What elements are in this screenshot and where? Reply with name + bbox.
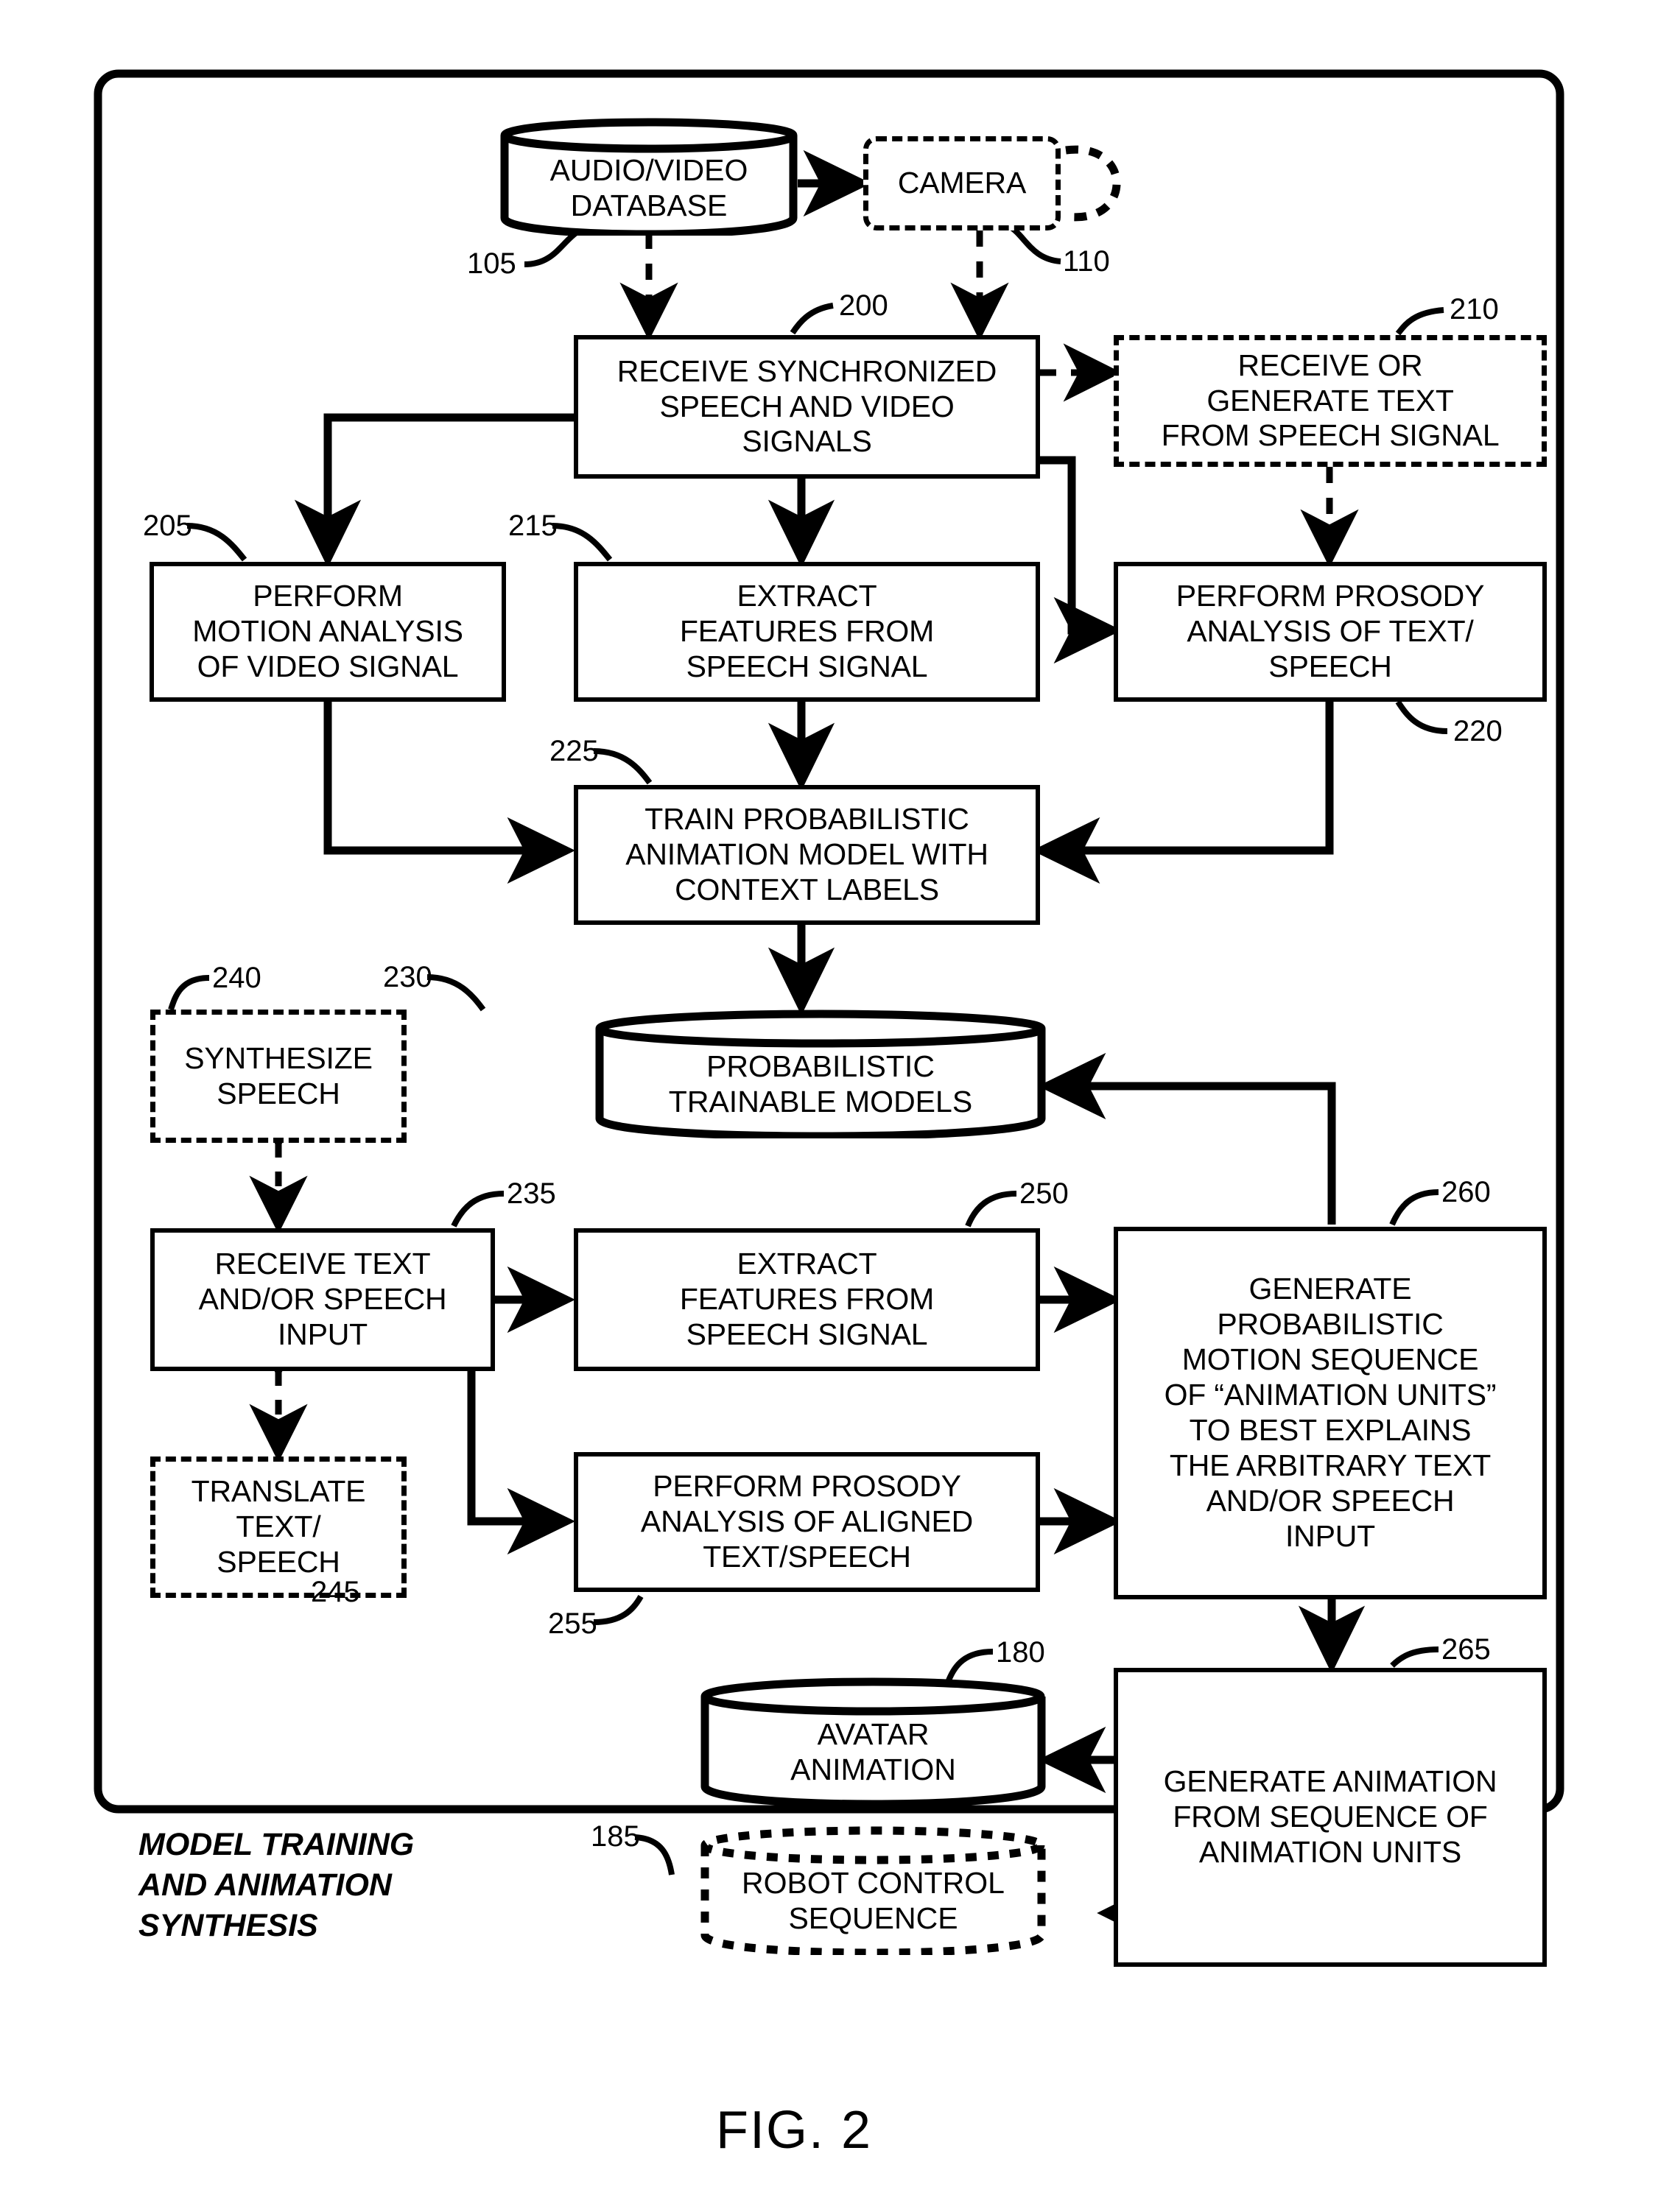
node-label: AUDIO/VIDEO DATABASE bbox=[549, 153, 748, 222]
node-label: GENERATE ANIMATION FROM SEQUENCE OF ANIM… bbox=[1163, 1764, 1497, 1869]
node-label: GENERATE PROBABILISTIC MOTION SEQUENCE O… bbox=[1164, 1272, 1497, 1553]
node-extract-features-training[interactable]: EXTRACT FEATURES FROM SPEECH SIGNAL bbox=[574, 562, 1040, 702]
node-receive-or-generate-text[interactable]: RECEIVE OR GENERATE TEXT FROM SPEECH SIG… bbox=[1114, 335, 1547, 467]
ref-200: 200 bbox=[839, 289, 888, 322]
ref-255: 255 bbox=[548, 1607, 597, 1640]
node-label: SYNTHESIZE SPEECH bbox=[184, 1040, 373, 1110]
ref-230: 230 bbox=[383, 961, 432, 993]
ref-185: 185 bbox=[591, 1820, 640, 1853]
node-perform-motion-analysis[interactable]: PERFORM MOTION ANALYSIS OF VIDEO SIGNAL bbox=[150, 562, 506, 702]
ref-210: 210 bbox=[1450, 293, 1499, 325]
node-translate-text-speech[interactable]: TRANSLATE TEXT/ SPEECH bbox=[150, 1457, 407, 1598]
node-generate-motion-sequence[interactable]: GENERATE PROBABILISTIC MOTION SEQUENCE O… bbox=[1114, 1227, 1547, 1599]
node-label: TRANSLATE TEXT/ SPEECH bbox=[191, 1474, 366, 1579]
node-label: ROBOT CONTROL SEQUENCE bbox=[742, 1866, 1005, 1935]
node-label: CAMERA bbox=[897, 166, 1027, 200]
ref-215: 215 bbox=[508, 510, 558, 542]
ref-205: 205 bbox=[143, 510, 192, 542]
node-label: RECEIVE SYNCHRONIZED SPEECH AND VIDEO SI… bbox=[617, 353, 997, 459]
node-camera[interactable]: CAMERA bbox=[863, 136, 1061, 230]
node-perform-prosody-text-speech[interactable]: PERFORM PROSODY ANALYSIS OF TEXT/ SPEECH bbox=[1114, 562, 1547, 702]
node-label: PERFORM PROSODY ANALYSIS OF TEXT/ SPEECH bbox=[1176, 579, 1485, 683]
node-probabilistic-trainable-models[interactable]: PROBABILISTIC TRAINABLE MODELS bbox=[595, 1010, 1046, 1138]
node-receive-text-speech-input[interactable]: RECEIVE TEXT AND/OR SPEECH INPUT bbox=[150, 1228, 495, 1371]
ref-250: 250 bbox=[1019, 1177, 1069, 1210]
ref-240: 240 bbox=[212, 962, 261, 994]
ref-235: 235 bbox=[507, 1177, 556, 1210]
node-label: EXTRACT FEATURES FROM SPEECH SIGNAL bbox=[679, 579, 935, 683]
node-label: PERFORM MOTION ANALYSIS OF VIDEO SIGNAL bbox=[192, 579, 463, 683]
node-label: PERFORM PROSODY ANALYSIS OF ALIGNED TEXT… bbox=[640, 1469, 974, 1574]
node-receive-sync-signals[interactable]: RECEIVE SYNCHRONIZED SPEECH AND VIDEO SI… bbox=[574, 335, 1040, 479]
node-audio-video-database[interactable]: AUDIO/VIDEO DATABASE bbox=[500, 118, 798, 236]
node-avatar-animation[interactable]: AVATAR ANIMATION bbox=[700, 1677, 1046, 1806]
panel-caption: MODEL TRAINING AND ANIMATION SYNTHESIS bbox=[138, 1827, 415, 1944]
node-generate-animation[interactable]: GENERATE ANIMATION FROM SEQUENCE OF ANIM… bbox=[1114, 1668, 1547, 1967]
ref-105: 105 bbox=[467, 247, 516, 280]
node-label: PROBABILISTIC TRAINABLE MODELS bbox=[668, 1049, 973, 1119]
node-extract-features-synthesis[interactable]: EXTRACT FEATURES FROM SPEECH SIGNAL bbox=[574, 1228, 1040, 1371]
figure-label: FIG. 2 bbox=[716, 2101, 873, 2160]
ref-180: 180 bbox=[996, 1636, 1045, 1669]
node-label: EXTRACT FEATURES FROM SPEECH SIGNAL bbox=[679, 1247, 935, 1351]
ref-260: 260 bbox=[1441, 1176, 1491, 1208]
node-label: TRAIN PROBABILISTIC ANIMATION MODEL WITH… bbox=[625, 802, 988, 906]
node-train-probabilistic-model[interactable]: TRAIN PROBABILISTIC ANIMATION MODEL WITH… bbox=[574, 785, 1040, 925]
node-label: AVATAR ANIMATION bbox=[790, 1717, 956, 1786]
ref-110: 110 bbox=[1063, 245, 1110, 278]
node-label: RECEIVE OR GENERATE TEXT FROM SPEECH SIG… bbox=[1161, 348, 1500, 453]
node-perform-prosody-aligned[interactable]: PERFORM PROSODY ANALYSIS OF ALIGNED TEXT… bbox=[574, 1452, 1040, 1592]
node-robot-control-sequence[interactable]: ROBOT CONTROL SEQUENCE bbox=[700, 1826, 1046, 1955]
node-synthesize-speech[interactable]: SYNTHESIZE SPEECH bbox=[150, 1010, 407, 1143]
ref-245: 245 bbox=[311, 1576, 360, 1608]
figure-canvas: AUDIO/VIDEO DATABASE CAMERA RECEIVE SYNC… bbox=[0, 0, 1658, 2212]
ref-265: 265 bbox=[1441, 1633, 1491, 1666]
ref-225: 225 bbox=[549, 735, 599, 767]
node-label: RECEIVE TEXT AND/OR SPEECH INPUT bbox=[198, 1247, 447, 1351]
ref-220: 220 bbox=[1453, 715, 1503, 747]
